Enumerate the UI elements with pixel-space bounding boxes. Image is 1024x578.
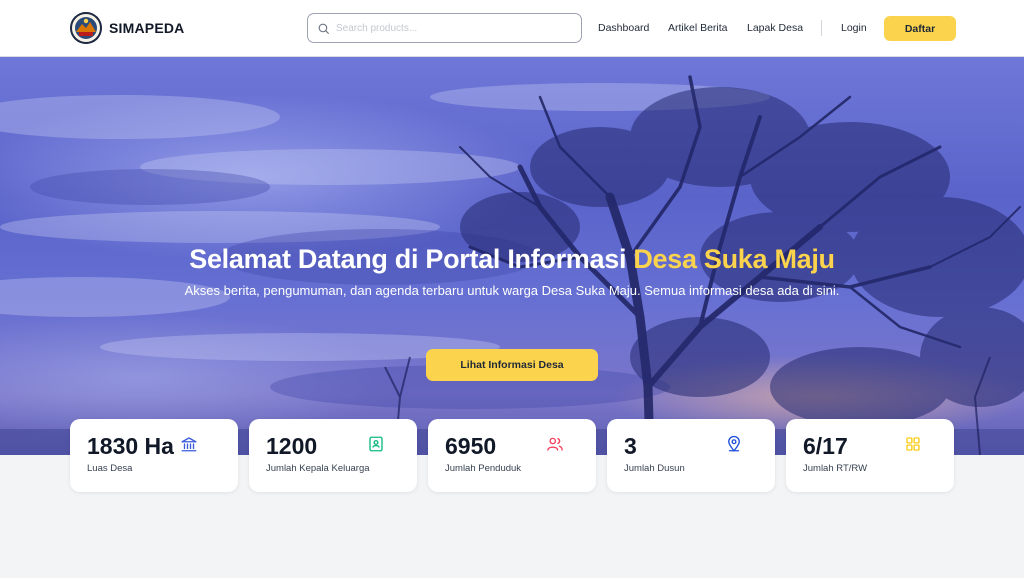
- stat-value: 3: [624, 433, 637, 459]
- stat-card-penduduk: 6950 Jumlah Penduduk: [428, 419, 596, 492]
- users-icon: [547, 437, 563, 451]
- search-input[interactable]: [336, 22, 566, 34]
- stat-label: Jumlah Dusun: [624, 463, 685, 474]
- stat-value: 1200: [266, 433, 318, 459]
- stat-label: Jumlah Penduduk: [445, 463, 522, 474]
- stat-card-luas-desa: 1830 Ha Luas Desa: [70, 419, 238, 492]
- login-link[interactable]: Login: [841, 22, 867, 34]
- stat-card-dusun: 3 Jumlah Dusun: [607, 419, 775, 492]
- stat-value: 6/17: [803, 433, 848, 459]
- bank-icon: [181, 437, 197, 452]
- stat-label: Luas Desa: [87, 463, 133, 474]
- navbar: SIMAPEDA Dashboard Artikel Berita Lapak …: [0, 0, 1024, 57]
- village-logo-icon: [70, 12, 102, 44]
- hero-banner: Selamat Datang di Portal Informasi Desa …: [0, 57, 1024, 455]
- brand[interactable]: SIMAPEDA: [70, 12, 185, 44]
- view-village-info-button[interactable]: Lihat Informasi Desa: [426, 349, 598, 381]
- stat-card-kepala-keluarga: 1200 Jumlah Kepala Keluarga: [249, 419, 417, 492]
- nav-dashboard[interactable]: Dashboard: [598, 22, 649, 34]
- map-pin-icon: [728, 435, 740, 452]
- search-icon: [318, 23, 329, 34]
- register-button[interactable]: Daftar: [884, 16, 956, 41]
- nav-lapak-desa[interactable]: Lapak Desa: [747, 22, 803, 34]
- contact-book-icon: [369, 436, 383, 452]
- hero-title: Selamat Datang di Portal Informasi Desa …: [0, 244, 1024, 275]
- search-box[interactable]: [307, 13, 582, 43]
- stat-card-rt-rw: 6/17 Jumlah RT/RW: [786, 419, 954, 492]
- hero-subtitle: Akses berita, pengumuman, dan agenda ter…: [184, 283, 840, 298]
- hero-title-highlight: Desa Suka Maju: [633, 244, 835, 274]
- hero-title-prefix: Selamat Datang di Portal Informasi: [189, 244, 634, 274]
- nav-artikel-berita[interactable]: Artikel Berita: [668, 22, 728, 34]
- nav-divider: [821, 20, 822, 36]
- stat-value: 1830 Ha: [87, 433, 174, 459]
- stat-label: Jumlah RT/RW: [803, 463, 868, 474]
- brand-name: SIMAPEDA: [109, 20, 185, 36]
- grid-icon: [906, 437, 920, 451]
- stat-value: 6950: [445, 433, 497, 459]
- stat-label: Jumlah Kepala Keluarga: [266, 463, 370, 474]
